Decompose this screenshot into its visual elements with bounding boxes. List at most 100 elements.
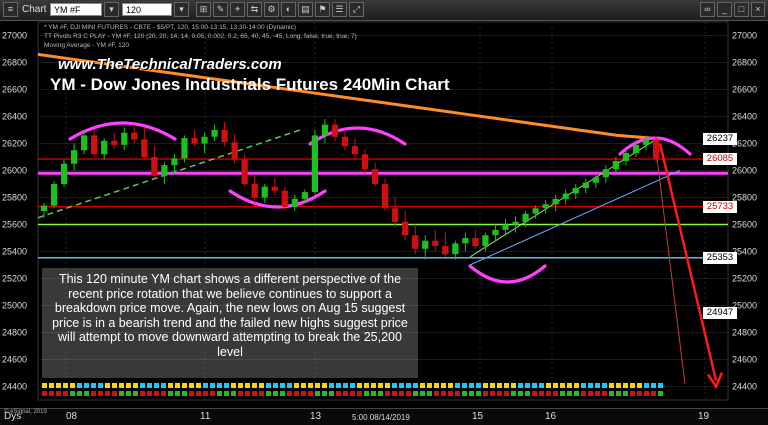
signal-dot: [497, 391, 502, 396]
signal-dot: [294, 383, 299, 388]
signal-dot: [322, 391, 327, 396]
signal-dot: [378, 391, 383, 396]
y-tick-label-left: 25400: [2, 247, 27, 257]
signal-dot: [224, 391, 229, 396]
signal-dot: [574, 383, 579, 388]
candle-body: [321, 124, 329, 136]
signal-dot: [448, 391, 453, 396]
signal-dot: [602, 391, 607, 396]
signal-dot: [287, 391, 292, 396]
signal-dot: [364, 391, 369, 396]
candle-body: [221, 130, 228, 143]
signal-dot: [189, 391, 194, 396]
x-tick-11: 11: [200, 411, 211, 422]
y-tick-label-left: 24400: [2, 382, 27, 392]
candle-body: [70, 150, 78, 164]
signal-dot: [490, 383, 495, 388]
signal-dot: [63, 391, 68, 396]
signal-dot: [462, 383, 467, 388]
y-tick-label-left: 24800: [2, 328, 27, 338]
signal-dot: [42, 383, 47, 388]
signal-dot: [595, 391, 600, 396]
candle-body: [121, 132, 128, 145]
candle-body: [602, 169, 609, 178]
signal-dot: [567, 391, 572, 396]
signal-dot: [126, 383, 131, 388]
candle-body: [211, 130, 218, 137]
candle-body: [331, 124, 339, 137]
y-tick-label-left: 25800: [2, 193, 27, 203]
signal-dot: [511, 383, 516, 388]
signal-dot: [322, 383, 327, 388]
signal-dot: [91, 391, 96, 396]
signal-dot: [490, 391, 495, 396]
price-tag-25353: 25353: [703, 251, 737, 264]
candle-body: [40, 205, 48, 211]
candle-body: [281, 190, 288, 207]
signal-dot: [133, 391, 138, 396]
signal-dot: [532, 391, 537, 396]
signal-dot: [560, 391, 565, 396]
signal-dot: [427, 383, 432, 388]
candle-body: [422, 240, 429, 249]
signal-dot: [70, 391, 75, 396]
signal-dot: [399, 391, 404, 396]
candle-body: [231, 142, 238, 160]
y-tick-label: 26600: [732, 85, 757, 95]
signal-dot: [63, 383, 68, 388]
signal-dot: [525, 391, 530, 396]
y-tick-label: 25200: [732, 274, 757, 284]
signal-dot: [637, 391, 642, 396]
signal-dot: [441, 391, 446, 396]
signal-dot: [301, 391, 306, 396]
y-tick-label-left: 26000: [2, 166, 27, 176]
signal-dot: [161, 391, 166, 396]
price-tag-25733: 25733: [703, 200, 737, 213]
candle-body: [261, 186, 268, 198]
candle-body: [171, 158, 178, 166]
candle-body: [572, 188, 579, 194]
legend-line-1: * YM #F, DJI MINI FUTURES - CBTE - $5/PT…: [44, 24, 297, 31]
y-tick-label-left: 24600: [2, 355, 27, 365]
signal-dot: [126, 391, 131, 396]
signal-dot: [49, 391, 54, 396]
signal-dot: [623, 383, 628, 388]
candle-body: [181, 138, 188, 159]
signal-dot: [252, 383, 257, 388]
candle-body: [492, 229, 499, 236]
signal-dot: [210, 383, 215, 388]
y-tick-label-left: 26800: [2, 58, 27, 68]
candle-body: [341, 136, 349, 147]
signal-dot: [343, 383, 348, 388]
date-marker: 5:00 08/14/2019: [352, 413, 410, 422]
signal-dot: [574, 391, 579, 396]
signal-dot: [98, 391, 103, 396]
x-tick-08: 08: [66, 411, 78, 422]
candle-body: [111, 140, 118, 145]
candle-body: [482, 235, 489, 247]
price-tag-26085: 26085: [703, 153, 737, 166]
signal-dot: [245, 391, 250, 396]
candle-body: [502, 224, 509, 230]
signal-dot: [623, 391, 628, 396]
signal-dot: [266, 391, 271, 396]
signal-dot: [77, 391, 82, 396]
signal-dot: [406, 383, 411, 388]
candle-body: [361, 154, 369, 170]
chart-window: ≡ Chart YM #F ▾ 120 ▾ ⊞ ✎ ⌖ ⇆ ⚙ ◐ ▤ ⚑ ☰ …: [0, 0, 768, 425]
signal-dot: [196, 383, 201, 388]
signal-dot: [175, 391, 180, 396]
candle-body: [251, 184, 258, 198]
signal-dot: [357, 391, 362, 396]
candle-body: [622, 152, 630, 162]
signal-dot: [238, 383, 243, 388]
signal-dot: [56, 383, 61, 388]
signal-dot: [448, 383, 453, 388]
candle-body: [592, 177, 599, 183]
signal-dot: [231, 391, 236, 396]
signal-dot: [518, 391, 523, 396]
signal-dot: [518, 383, 523, 388]
candle-body: [191, 138, 198, 144]
candle-body: [60, 163, 68, 184]
candle-body: [201, 136, 208, 144]
